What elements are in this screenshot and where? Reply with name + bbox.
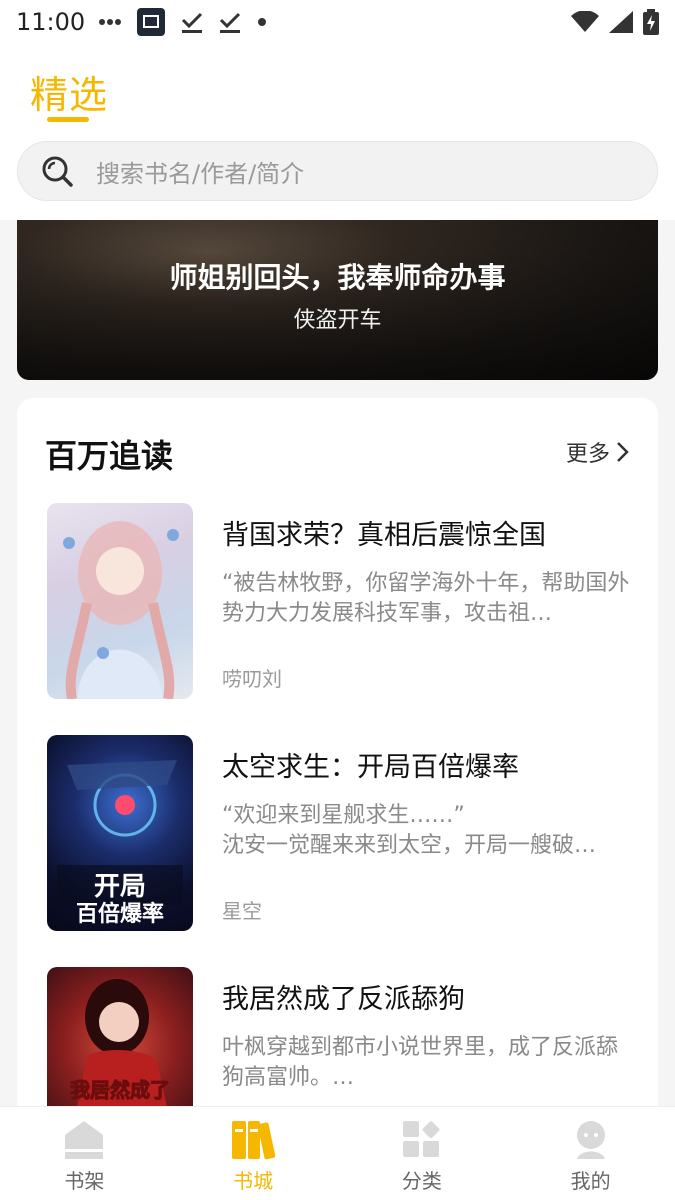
app-notification-icon bbox=[137, 8, 166, 36]
svg-text:百倍爆率: 百倍爆率 bbox=[76, 901, 164, 927]
nav-label: 书城 bbox=[233, 1169, 274, 1193]
book-title: 太空求生：开局百倍爆率 bbox=[222, 752, 519, 783]
bookshelf-icon bbox=[65, 1121, 104, 1159]
book-cover bbox=[47, 503, 193, 699]
featured-banner[interactable]: 师姐别回头，我奉师命办事 侠盗开车 bbox=[17, 220, 658, 380]
status-right-icons bbox=[571, 9, 659, 35]
more-link[interactable]: 更多 bbox=[566, 436, 630, 468]
book-cover: 开局 百倍爆率 bbox=[47, 735, 193, 931]
banner-author: 侠盗开车 bbox=[293, 308, 382, 333]
nav-item-profile[interactable]: 我的 bbox=[506, 1107, 675, 1200]
chevron-right-icon bbox=[617, 442, 629, 462]
more-dots-icon bbox=[99, 19, 122, 25]
section-title: 百万追读 bbox=[45, 437, 174, 475]
profile-icon bbox=[576, 1121, 605, 1159]
bottom-nav: 书架 书城 分类 我的 bbox=[0, 1106, 675, 1200]
screen: { "status_bar": { "time": "11:00", "icon… bbox=[0, 0, 675, 1200]
signal-icon bbox=[609, 11, 633, 33]
nav-label: 我的 bbox=[570, 1169, 611, 1193]
banner-title: 师姐别回头，我奉师命办事 bbox=[169, 261, 506, 294]
svg-text:我居然成了: 我居然成了 bbox=[70, 1078, 170, 1102]
nav-item-category[interactable]: 分类 bbox=[338, 1107, 507, 1200]
wifi-icon bbox=[571, 11, 599, 32]
cover-art: 开局 百倍爆率 bbox=[57, 760, 183, 927]
status-bar: 11:00 bbox=[0, 0, 675, 44]
book-title: 我居然成了反派舔狗 bbox=[222, 984, 465, 1015]
download-done-icon bbox=[220, 12, 241, 33]
svg-text:开局: 开局 bbox=[94, 872, 146, 902]
bookstore-icon bbox=[232, 1121, 276, 1160]
book-description: 叶枫穿越到都市小说世界里，成了反派舔狗高富帅。… bbox=[222, 1035, 619, 1090]
search-icon bbox=[42, 156, 73, 187]
book-author: 唠叨刘 bbox=[222, 667, 282, 691]
book-description: “被告林牧野，你留学海外十年，帮助国外势力大力发展科技军事，攻击祖… bbox=[222, 571, 630, 626]
cover-art bbox=[63, 521, 179, 699]
download-done-icon bbox=[182, 12, 203, 33]
status-time: 11:00 bbox=[16, 8, 86, 36]
nav-label: 分类 bbox=[401, 1169, 442, 1193]
book-author: 星空 bbox=[222, 899, 262, 923]
search-bar[interactable]: 搜索书名/作者/简介 bbox=[17, 141, 658, 201]
book-item[interactable]: 开局 百倍爆率 太空求生：开局百倍爆率 “欢迎来到星舰求生……” 沈安一觉醒来来… bbox=[47, 735, 627, 931]
tab-indicator bbox=[47, 117, 89, 122]
search-placeholder: 搜索书名/作者/简介 bbox=[96, 159, 305, 188]
battery-charging-icon bbox=[643, 9, 659, 35]
category-icon bbox=[402, 1121, 440, 1157]
book-title: 背国求荣？真相后震惊全国 bbox=[222, 520, 546, 551]
book-item[interactable]: 背国求荣？真相后震惊全国 “被告林牧野，你留学海外十年，帮助国外势力大力发展科技… bbox=[47, 503, 629, 699]
nav-item-bookstore[interactable]: 书城 bbox=[169, 1107, 338, 1200]
banner-shade bbox=[17, 220, 658, 380]
section-card: 百万追读 更多 背国求荣？真相后震惊全国 “被告林牧野，你留学海外十年，帮助国外… bbox=[17, 398, 658, 1163]
nav-item-bookshelf[interactable]: 书架 bbox=[0, 1107, 169, 1200]
header: 精选 搜索书名/作者/简介 bbox=[0, 44, 675, 220]
more-label: 更多 bbox=[565, 442, 610, 467]
tab-featured[interactable]: 精选 bbox=[30, 64, 108, 119]
status-left-icons bbox=[99, 8, 267, 36]
book-description: “欢迎来到星舰求生……” 沈安一觉醒来来到太空，开局一艘破… bbox=[222, 803, 597, 858]
nav-label: 书架 bbox=[64, 1169, 105, 1193]
dot-icon bbox=[258, 18, 267, 26]
